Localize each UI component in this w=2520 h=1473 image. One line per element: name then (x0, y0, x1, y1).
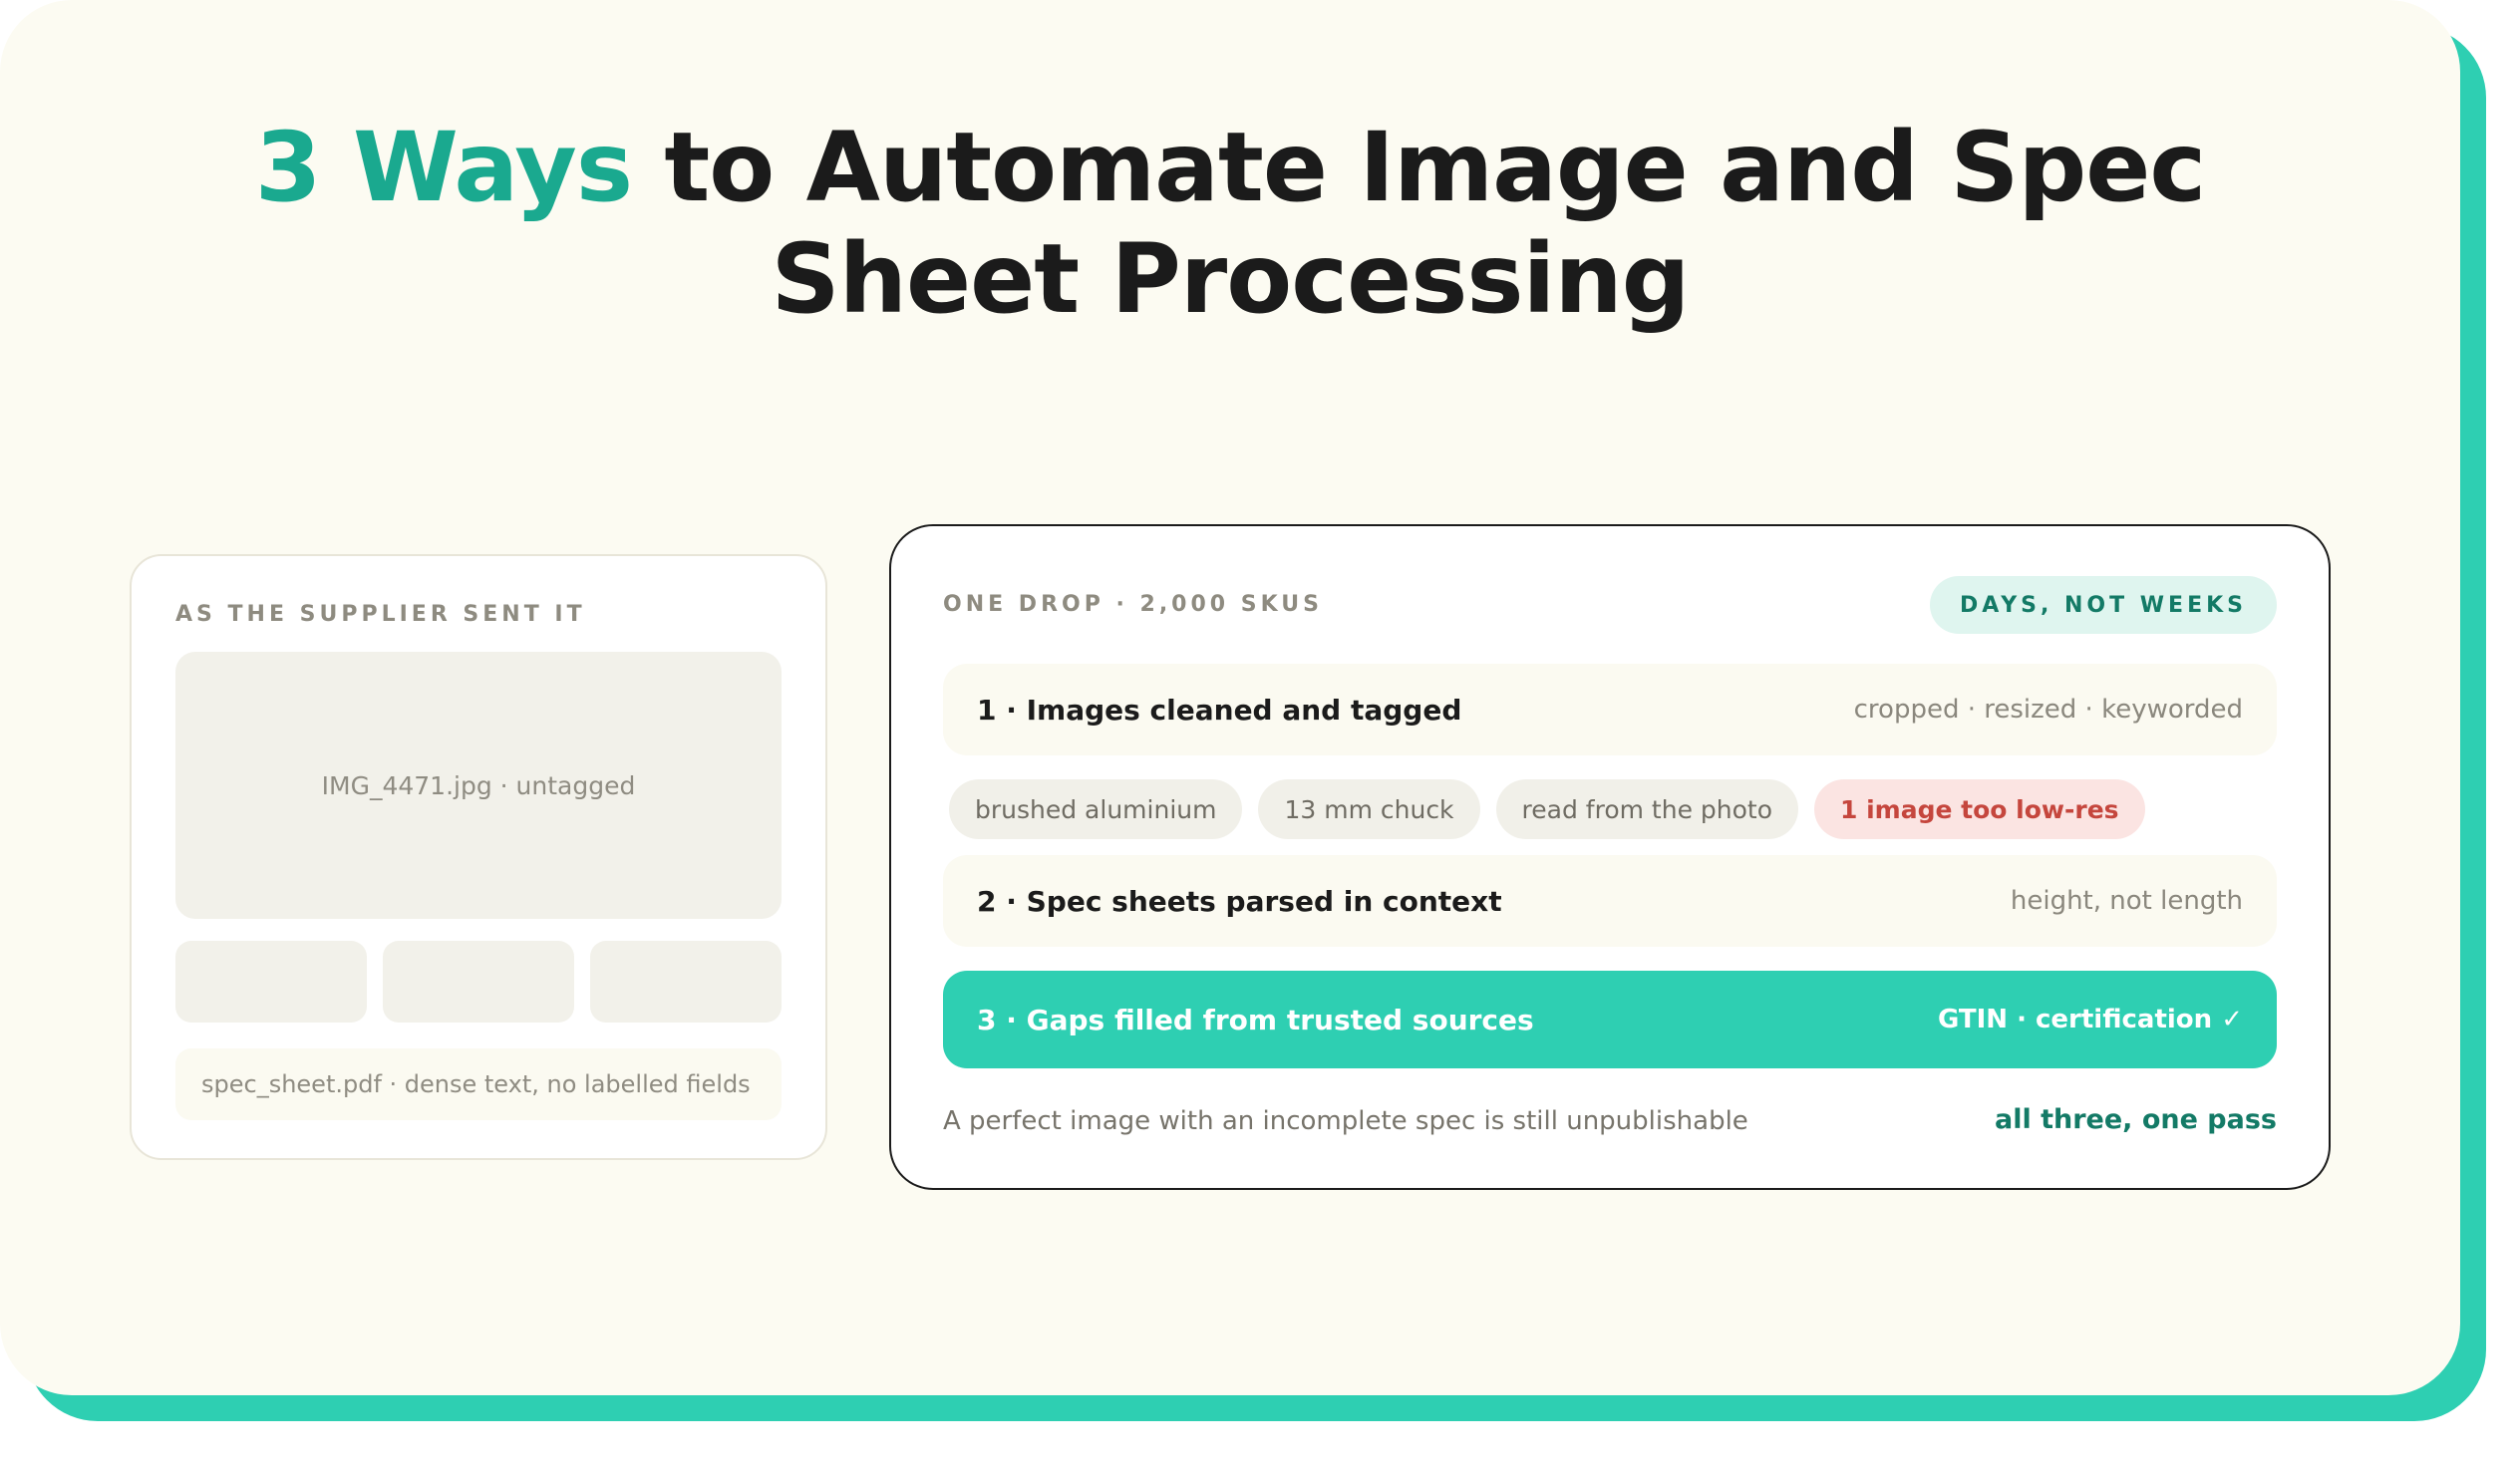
card: 3 Ways to Automate Image and Spec Sheet … (0, 0, 2460, 1395)
step-note: GTIN · certification ✓ (1937, 1005, 2243, 1034)
spec-sheet-caption: spec_sheet.pdf · dense text, no labelled… (201, 1070, 751, 1098)
supplier-panel-label: AS THE SUPPLIER SENT IT (175, 602, 586, 627)
warning-tag-chip: 1 image too low-res (1814, 779, 2145, 839)
supplier-panel: AS THE SUPPLIER SENT IT IMG_4471.jpg · u… (130, 554, 827, 1160)
step-row-images: 1 · Images cleaned and tagged cropped · … (943, 664, 2277, 755)
footer-accent: all three, one pass (1994, 1104, 2277, 1135)
step-row-spec-sheets: 2 · Spec sheets parsed in context height… (943, 855, 2277, 947)
pipeline-panel-label: ONE DROP · 2,000 SKUS (943, 592, 1323, 617)
status-badge-text: DAYS, NOT WEEKS (1960, 592, 2247, 618)
step-label: 2 · Spec sheets parsed in context (977, 884, 1502, 918)
headline-rest: to Automate Image and Spec Sheet Process… (664, 112, 2206, 335)
thumbnail-placeholder (590, 941, 782, 1023)
headline: 3 Ways to Automate Image and Spec Sheet … (199, 112, 2261, 335)
thumbnail-placeholder (383, 941, 574, 1023)
spec-sheet-row: spec_sheet.pdf · dense text, no labelled… (175, 1048, 782, 1120)
step-label: 1 · Images cleaned and tagged (977, 693, 1462, 727)
thumbnail-placeholder (175, 941, 367, 1023)
step-row-gaps-filled: 3 · Gaps filled from trusted sources GTI… (943, 971, 2277, 1068)
tag-chip: read from the photo (1495, 779, 1798, 839)
pipeline-panel: ONE DROP · 2,000 SKUS DAYS, NOT WEEKS 1 … (889, 524, 2331, 1190)
step-note: height, not length (2010, 886, 2243, 916)
tag-chip: 13 mm chuck (1258, 779, 1480, 839)
slide: 3 Ways to Automate Image and Spec Sheet … (0, 0, 2520, 1473)
main-image-caption: IMG_4471.jpg · untagged (321, 770, 636, 800)
tag-list: brushed aluminium 13 mm chuck read from … (949, 779, 2145, 839)
main-image-placeholder: IMG_4471.jpg · untagged (175, 652, 782, 919)
step-note: cropped · resized · keyworded (1853, 695, 2243, 725)
status-badge: DAYS, NOT WEEKS (1930, 576, 2277, 634)
step-label: 3 · Gaps filled from trusted sources (977, 1003, 1534, 1036)
footer-text: A perfect image with an incomplete spec … (943, 1106, 1748, 1136)
tag-chip: brushed aluminium (949, 779, 1243, 839)
headline-accent: 3 Ways (254, 112, 633, 223)
